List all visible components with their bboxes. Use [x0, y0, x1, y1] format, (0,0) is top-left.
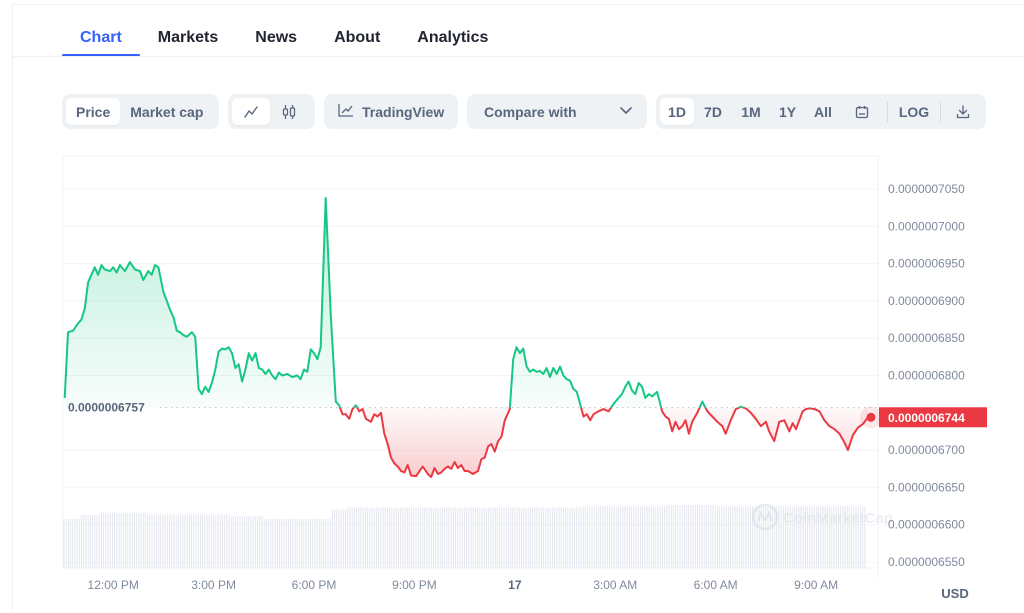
price-chart[interactable]: CoinMarketCap 0.0000007050 0.0000007000 0.0…: [0, 0, 1024, 613]
y-tick-label: 0.0000006550: [888, 555, 965, 569]
current-point: [866, 412, 876, 422]
current-price-label: 0.0000006744: [888, 411, 965, 425]
x-tick-label: 6:00 PM: [292, 578, 337, 592]
x-tick-label: 9:00 PM: [392, 578, 437, 592]
volume-bars: [63, 505, 866, 568]
y-tick-label: 0.0000007050: [888, 182, 965, 196]
watermark-text: CoinMarketCap: [783, 510, 893, 527]
y-tick-label: 0.0000006800: [888, 369, 965, 383]
x-tick-label: 17: [508, 578, 522, 592]
y-tick-label: 0.0000006950: [888, 257, 965, 271]
y-tick-label: 0.0000006700: [888, 443, 965, 457]
chart-svg: CoinMarketCap 0.0000007050 0.0000007000 0.0…: [62, 155, 987, 601]
y-tick-label: 0.0000006850: [888, 331, 965, 345]
y-tick-label: 0.0000006650: [888, 480, 965, 494]
x-tick-label: 3:00 AM: [593, 578, 637, 592]
x-tick-label: 12:00 PM: [88, 578, 139, 592]
x-tick-label: 6:00 AM: [694, 578, 738, 592]
x-tick-label: 9:00 AM: [794, 578, 838, 592]
x-tick-label: 3:00 PM: [191, 578, 236, 592]
reference-price-label: 0.0000006757: [68, 401, 145, 415]
currency-label: USD: [941, 586, 968, 601]
y-tick-label: 0.0000007000: [888, 219, 965, 233]
y-tick-label: 0.0000006600: [888, 518, 965, 532]
y-tick-label: 0.0000006900: [888, 294, 965, 308]
